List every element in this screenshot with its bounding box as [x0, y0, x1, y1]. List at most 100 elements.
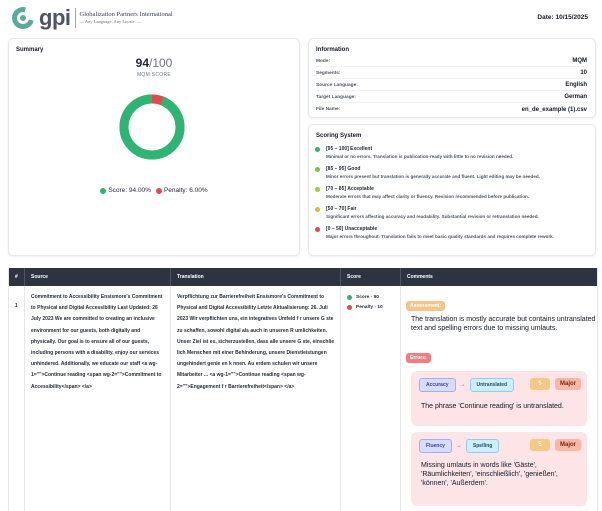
info-value: German: [564, 94, 587, 100]
penalty-item-label: Penalty - 10: [356, 305, 383, 310]
score-max: /100: [149, 56, 173, 70]
tier-description: Significant errors affecting accuracy an…: [326, 214, 539, 219]
info-row-segments: Segments: 10: [316, 68, 587, 79]
severity-label: Major: [555, 378, 581, 390]
info-value: English: [565, 82, 587, 88]
score-item-label: Score - 90: [356, 295, 379, 300]
scoring-title: Scoring System: [316, 133, 362, 139]
tier-good: [85 – 95] Good Minor errors present but …: [315, 166, 589, 185]
assessment-badge: Assessment:: [406, 301, 446, 311]
summary-card: Summary 94/100 MQM SCORE Score: 94.00% P…: [8, 38, 300, 256]
tier-description: Minor errors present but translation is …: [326, 174, 540, 179]
header-source: Source: [25, 268, 171, 286]
row-number-cell: 1: [9, 286, 25, 511]
segments-table: # Source Translation Score Comments 1 Co…: [8, 268, 598, 511]
tier-unacceptable: [0 – 50] Unacceptable Major errors throu…: [315, 226, 589, 245]
tier-dot: [315, 147, 320, 152]
penalty-dot: [347, 305, 352, 310]
table-row: 1 Commitment to Accessibility Ensismore'…: [9, 286, 597, 511]
legend-penalty-label: Penalty: 6.00%: [163, 187, 208, 194]
mqm-score: 94/100: [9, 56, 299, 70]
score-donut-chart: [119, 94, 185, 160]
info-key: Source Language:: [316, 82, 358, 88]
row-number: 1: [15, 303, 18, 309]
error-tags: Fluency → Spelling: [419, 439, 500, 453]
error-subcategory: Untranslated: [469, 378, 515, 392]
error-category: Accuracy: [419, 378, 456, 392]
info-key: Target Language:: [316, 94, 356, 100]
info-row-target-language: Target Language: German: [316, 92, 587, 103]
company-name: Globalization Partners International: [79, 11, 173, 18]
error-subcategory: Spelling: [465, 439, 500, 453]
info-row-source-language: Source Language: English: [316, 80, 587, 91]
tier-title: [95 – 100] Excellent: [326, 146, 373, 152]
error-card: Accuracy → Untranslated 5 Major The phra…: [411, 371, 587, 426]
tier-title: [50 – 70] Fair: [326, 206, 357, 212]
report-date: Date: 10/15/2025: [537, 14, 588, 21]
info-key: Segments:: [316, 70, 341, 76]
info-value: MQM: [572, 58, 587, 64]
errors-badge: Errors:: [406, 353, 431, 363]
info-value: 10: [580, 70, 587, 76]
donut-score-arc: [119, 94, 185, 160]
source-text: Commitment to Accessibility Ensismore's …: [31, 294, 163, 390]
header-comments: Comments: [407, 274, 433, 280]
information-title: Information: [316, 47, 349, 53]
report-header: gpi Globalization Partners International…: [0, 0, 602, 34]
error-description: Missing umlauts in words like 'Gäste', '…: [421, 462, 558, 487]
summary-title: Summary: [16, 47, 44, 53]
info-row-mode: Mode: MQM: [316, 56, 587, 67]
error-category: Fluency: [419, 439, 452, 453]
score-dot: [347, 295, 352, 300]
legend-score: Score: 94.00%: [100, 187, 151, 194]
tier-acceptable: [70 – 85] Acceptable Moderate errors tha…: [315, 186, 589, 205]
header-score: Score: [341, 268, 401, 286]
legend-score-dot: [100, 187, 107, 194]
score-cell: Score - 90 Penalty - 10: [341, 286, 401, 511]
tier-dot: [315, 187, 320, 192]
translation-text: Verpflichtung zur Barrierefreiheit Ensis…: [177, 294, 335, 390]
info-row-file-name: File Name: en_de_example (1).csv: [316, 104, 587, 115]
tier-title: [70 – 85] Acceptable: [326, 186, 374, 192]
error-description: The phrase 'Continue reading' is untrans…: [421, 403, 564, 410]
table-header: # Source Translation Score Comments: [9, 268, 597, 286]
tier-excellent: [95 – 100] Excellent Minimal or no error…: [315, 146, 589, 165]
score-value: 94: [135, 56, 149, 70]
information-card: Information Mode: MQM Segments: 10 Sourc…: [308, 38, 596, 118]
gpi-logo-icon: [7, 2, 39, 34]
tier-dot: [315, 167, 320, 172]
company-tagline: — Any Language. Any Locale. —: [79, 19, 142, 24]
info-value: en_de_example (1).csv: [521, 106, 587, 113]
logo-text: gpi: [39, 5, 71, 30]
penalty-item: Penalty - 10: [347, 305, 395, 310]
tier-description: Major errors throughout. Translation fai…: [326, 234, 554, 239]
tier-description: Moderate errors that may affect clarity …: [326, 194, 530, 199]
gpi-logo: gpi Globalization Partners International…: [7, 2, 173, 34]
info-key: Mode:: [316, 58, 331, 64]
tier-title: [85 – 95] Good: [326, 166, 361, 172]
arrow-right-icon: →: [459, 382, 466, 388]
severity-weight: 5: [530, 378, 550, 390]
legend-penalty-dot: [155, 187, 162, 194]
error-tags: Accuracy → Untranslated: [419, 378, 515, 392]
header-translation: Translation: [171, 268, 341, 286]
tier-title: [0 – 50] Unacceptable: [326, 226, 378, 232]
legend-penalty: Penalty: 6.00%: [155, 187, 208, 194]
logo-divider: [74, 8, 76, 28]
severity-weight: 5: [530, 439, 550, 451]
assessment-text: The translation is mostly accurate but c…: [411, 316, 596, 332]
tier-dot: [315, 207, 320, 212]
score-label: MQM SCORE: [136, 72, 172, 78]
legend-score-label: Score: 94.00%: [108, 187, 151, 194]
header-num: #: [9, 268, 25, 286]
arrow-right-icon: →: [455, 443, 462, 449]
tier-description: Minimal or no errors. Translation is pub…: [326, 154, 514, 159]
source-cell: Commitment to Accessibility Ensismore's …: [25, 286, 171, 511]
tier-fair: [50 – 70] Fair Significant errors affect…: [315, 206, 589, 225]
comments-cell: Assessment: The translation is mostly ac…: [401, 286, 597, 511]
tier-dot: [315, 227, 320, 232]
translation-cell: Verpflichtung zur Barrierefreiheit Ensis…: [171, 286, 341, 511]
score-item: Score - 90: [347, 295, 395, 300]
info-key: File Name:: [316, 107, 341, 112]
error-card: Fluency → Spelling 5 Major Missing umlau…: [411, 432, 587, 506]
